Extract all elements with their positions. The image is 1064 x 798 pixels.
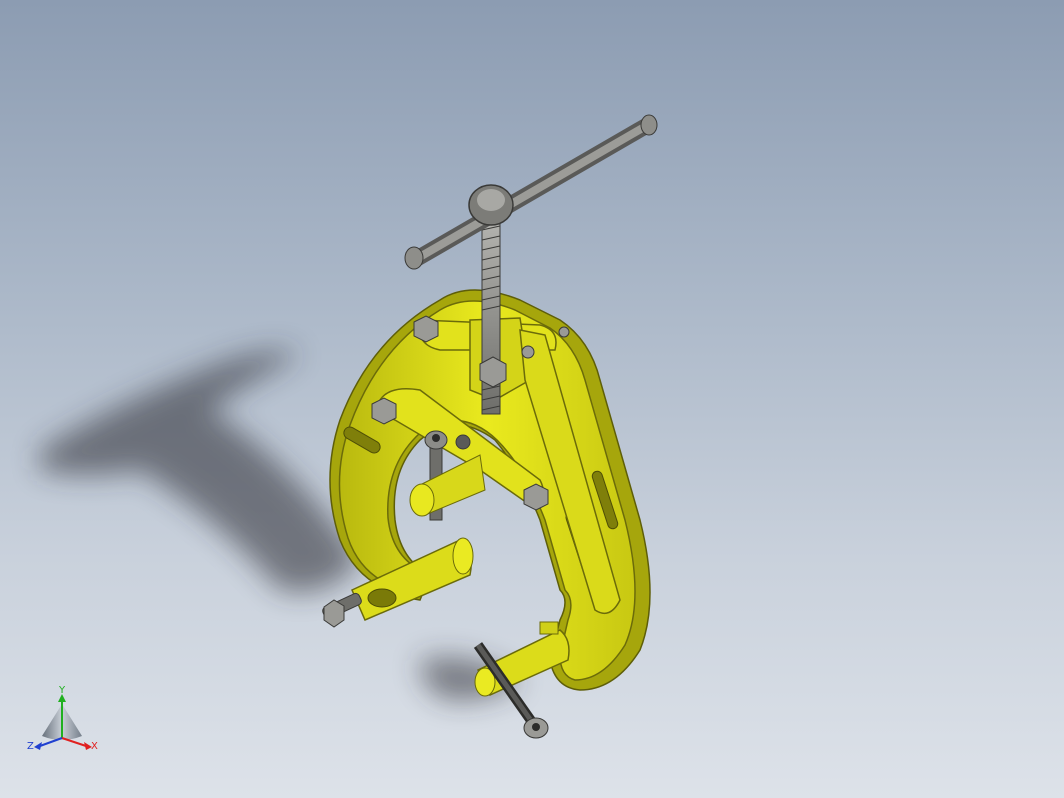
z-arrow-icon xyxy=(34,742,42,750)
bolt-4[interactable] xyxy=(523,483,549,511)
graphics-viewport[interactable]: Y X Z xyxy=(0,0,1064,798)
pin-1 xyxy=(521,345,535,359)
clamp-model[interactable] xyxy=(0,0,1064,798)
t-handle[interactable] xyxy=(404,114,658,270)
orientation-triad[interactable]: Y X Z xyxy=(24,682,114,772)
bolt-3[interactable] xyxy=(371,397,397,425)
jaw-bolt-head xyxy=(323,599,345,628)
handle-end-right xyxy=(640,114,658,136)
bolt-2[interactable] xyxy=(479,356,507,388)
triad-y-label: Y xyxy=(58,685,66,696)
triad-z-axis xyxy=(39,737,63,747)
pin-3 xyxy=(455,434,471,450)
triad-z-label: Z xyxy=(27,741,34,752)
triad-x-axis xyxy=(61,737,87,747)
pin-2 xyxy=(558,326,570,338)
upper-jaw-pad[interactable] xyxy=(409,454,486,517)
triad-x-label: X xyxy=(91,741,98,752)
bolt-1[interactable] xyxy=(413,315,439,343)
handle-end-left xyxy=(404,246,424,270)
handle-hub-top xyxy=(477,189,505,211)
